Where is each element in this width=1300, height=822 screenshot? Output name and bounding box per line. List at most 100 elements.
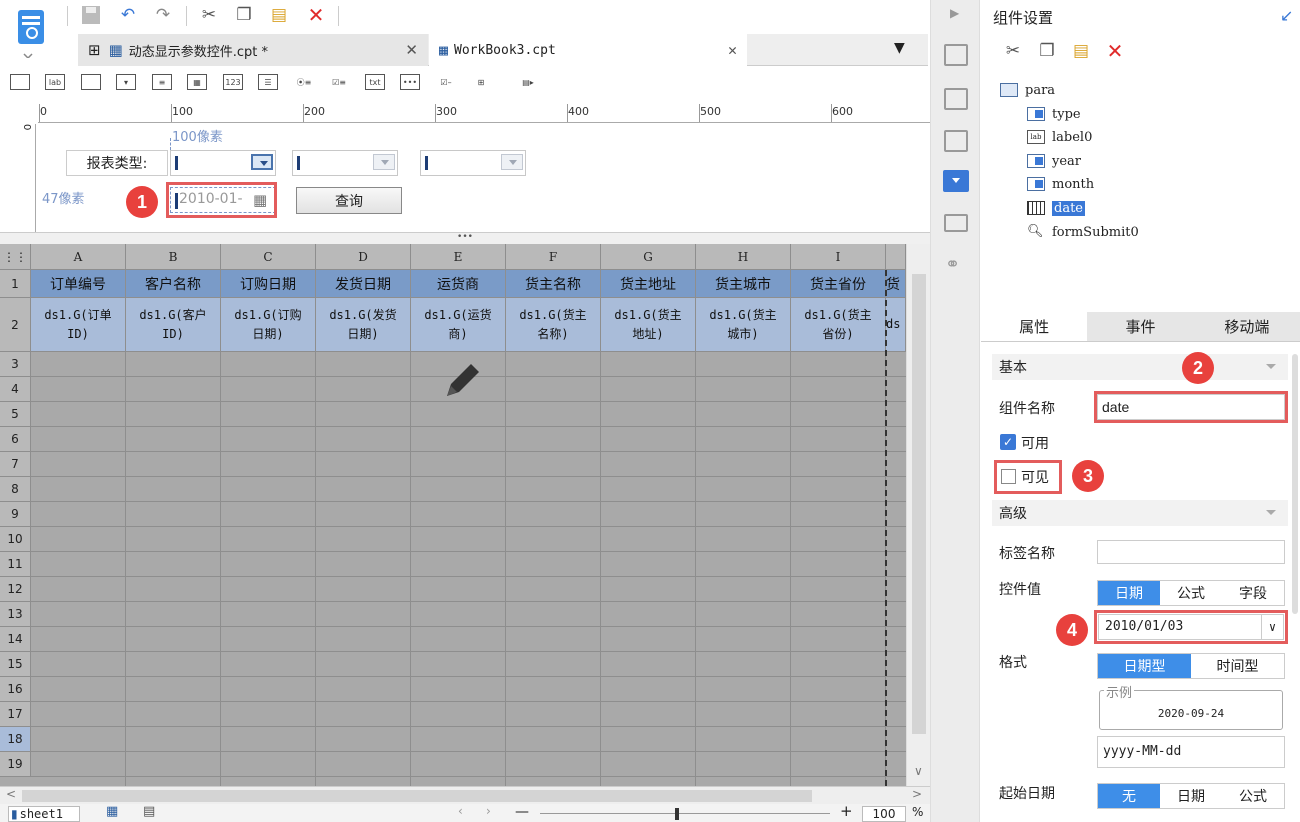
label-widget-icon[interactable]: lab bbox=[45, 74, 65, 90]
listbox-widget-icon[interactable]: ≡ bbox=[152, 74, 172, 90]
table-header-cell[interactable]: 货主城市 bbox=[696, 270, 791, 298]
more-widgets-icon[interactable]: ▤▸ bbox=[515, 74, 541, 90]
checkbox-widget-icon[interactable]: ☑– bbox=[436, 74, 456, 90]
advanced-section[interactable]: 高级 bbox=[992, 500, 1288, 526]
row-header[interactable]: 11 bbox=[0, 552, 31, 577]
table-header-cell[interactable]: 货主省份 bbox=[791, 270, 886, 298]
column-header[interactable]: A bbox=[31, 244, 126, 270]
table-header-cell[interactable]: 货主名称 bbox=[506, 270, 601, 298]
tag-input[interactable] bbox=[1097, 540, 1285, 564]
tab-attributes[interactable]: 属性 bbox=[981, 312, 1088, 341]
zoom-out-icon[interactable]: — bbox=[515, 804, 529, 820]
row-header[interactable]: 8 bbox=[0, 477, 31, 502]
horizontal-scrollbar[interactable]: < > bbox=[0, 786, 930, 804]
expand-icon[interactable]: ▶ bbox=[950, 6, 959, 20]
row-header[interactable]: 18 bbox=[0, 727, 31, 752]
grid-corner[interactable]: ⋮⋮ bbox=[0, 244, 31, 270]
table-header-cell[interactable]: 订购日期 bbox=[221, 270, 316, 298]
field-cell[interactable]: ds1.G(客户 ID) bbox=[126, 298, 221, 352]
tab-workbook3[interactable]: ▦ WorkBook3.cpt ✕ bbox=[429, 34, 747, 66]
type-combobox[interactable] bbox=[170, 150, 276, 176]
textbox-widget-icon[interactable] bbox=[81, 74, 101, 90]
table-header-cell[interactable]: 发货日期 bbox=[316, 270, 411, 298]
row-header[interactable]: 1 bbox=[0, 270, 31, 298]
tree-item-type[interactable]: type bbox=[1027, 104, 1081, 124]
format-time-option[interactable]: 时间型 bbox=[1191, 654, 1284, 678]
spreadsheet-grid[interactable]: ⋮⋮ A B C D E F G H I 1 2 3 4 5 6 7 8 9 1… bbox=[0, 244, 930, 786]
button-widget-icon[interactable] bbox=[10, 74, 30, 90]
scrollbar-thumb[interactable] bbox=[912, 274, 926, 734]
query-button[interactable]: 查询 bbox=[296, 187, 402, 214]
cut-icon[interactable]: ✂ bbox=[198, 4, 220, 26]
zoom-slider[interactable] bbox=[540, 813, 830, 814]
condition-attributes-icon[interactable] bbox=[944, 214, 968, 232]
number-widget-icon[interactable]: 123 bbox=[223, 74, 243, 90]
tree-widget-icon[interactable]: ⊞ bbox=[471, 74, 491, 90]
report-type-label[interactable]: 报表类型: bbox=[66, 150, 168, 176]
scrollbar-thumb[interactable] bbox=[22, 790, 812, 802]
row-header[interactable]: 16 bbox=[0, 677, 31, 702]
password-widget-icon[interactable]: ••• bbox=[400, 74, 420, 90]
combobox-widget-icon[interactable]: ▾ bbox=[116, 74, 136, 90]
field-cell[interactable]: ds bbox=[886, 298, 906, 352]
row-header[interactable]: 6 bbox=[0, 427, 31, 452]
tab-mobile[interactable]: 移动端 bbox=[1194, 312, 1300, 341]
undo-icon[interactable]: ↶ bbox=[117, 4, 139, 26]
app-logo[interactable] bbox=[10, 6, 50, 60]
cell-element-icon[interactable] bbox=[944, 88, 968, 110]
field-cell[interactable]: ds1.G(货主 省份) bbox=[791, 298, 886, 352]
paste-icon[interactable]: ▤ bbox=[268, 4, 290, 26]
zoom-slider-handle[interactable] bbox=[675, 808, 679, 820]
format-input[interactable]: yyyy-MM-dd bbox=[1097, 736, 1285, 768]
row-header[interactable]: 2 bbox=[0, 298, 31, 352]
column-header[interactable]: B bbox=[126, 244, 221, 270]
add-dashboard-sheet-icon[interactable]: ▤ bbox=[143, 804, 155, 819]
column-header[interactable] bbox=[886, 244, 906, 270]
start-date-option[interactable]: 日期 bbox=[1160, 784, 1222, 808]
tab-menu-icon[interactable]: ▼ bbox=[894, 40, 905, 56]
row-header[interactable]: 13 bbox=[0, 602, 31, 627]
empty-cells[interactable] bbox=[31, 352, 906, 786]
table-header-cell[interactable]: 货主地址 bbox=[601, 270, 696, 298]
copy-icon[interactable]: ❐ bbox=[233, 4, 255, 26]
table-header-cell[interactable]: 订单编号 bbox=[31, 270, 126, 298]
field-cell[interactable]: ds1.G(货主 地址) bbox=[601, 298, 696, 352]
collapse-panel-icon[interactable]: ↙ bbox=[1280, 6, 1293, 25]
textarea-widget-icon[interactable]: ☰ bbox=[258, 74, 278, 90]
save-icon[interactable] bbox=[80, 4, 102, 26]
next-icon[interactable]: › bbox=[486, 804, 491, 818]
column-header[interactable]: I bbox=[791, 244, 886, 270]
float-element-icon[interactable] bbox=[944, 130, 968, 152]
column-header[interactable]: H bbox=[696, 244, 791, 270]
tree-item-date[interactable]: date bbox=[1027, 198, 1085, 218]
panel-scrollbar[interactable] bbox=[1292, 354, 1298, 614]
tree-item-month[interactable]: month bbox=[1027, 174, 1094, 194]
close-icon[interactable]: ✕ bbox=[728, 41, 737, 59]
date-widget-icon[interactable]: ▦ bbox=[187, 74, 207, 90]
tree-item-formsubmit0[interactable]: 🔍︎ formSubmit0 bbox=[1027, 222, 1139, 242]
cell-attributes-icon[interactable] bbox=[944, 44, 968, 66]
scroll-right-icon[interactable]: > bbox=[912, 787, 922, 801]
row-header[interactable]: 7 bbox=[0, 452, 31, 477]
redo-icon[interactable]: ↷ bbox=[152, 4, 174, 26]
vertical-scrollbar[interactable]: ∨ bbox=[906, 244, 930, 786]
column-header[interactable]: F bbox=[506, 244, 601, 270]
field-cell[interactable]: ds1.G(订单 ID) bbox=[31, 298, 126, 352]
table-header-cell[interactable]: 货 bbox=[886, 270, 906, 298]
field-cell[interactable]: ds1.G(运货 商) bbox=[411, 298, 506, 352]
scroll-left-icon[interactable]: < bbox=[6, 787, 16, 801]
column-header[interactable]: G bbox=[601, 244, 696, 270]
row-header[interactable]: 9 bbox=[0, 502, 31, 527]
radio-group-icon[interactable]: ⦿≡ bbox=[294, 74, 314, 90]
field-cell[interactable]: ds1.G(发货 日期) bbox=[316, 298, 411, 352]
zoom-input[interactable]: 100 bbox=[862, 806, 906, 822]
scroll-down-icon[interactable]: ∨ bbox=[914, 764, 923, 778]
sheet-tab[interactable]: ▮ sheet1 bbox=[8, 806, 80, 822]
row-header[interactable]: 15 bbox=[0, 652, 31, 677]
column-header[interactable]: E bbox=[411, 244, 506, 270]
start-none-option[interactable]: 无 bbox=[1098, 784, 1160, 808]
delete-icon[interactable]: ✕ bbox=[305, 3, 327, 27]
row-header[interactable]: 17 bbox=[0, 702, 31, 727]
row-header[interactable]: 3 bbox=[0, 352, 31, 377]
start-formula-option[interactable]: 公式 bbox=[1222, 784, 1284, 808]
